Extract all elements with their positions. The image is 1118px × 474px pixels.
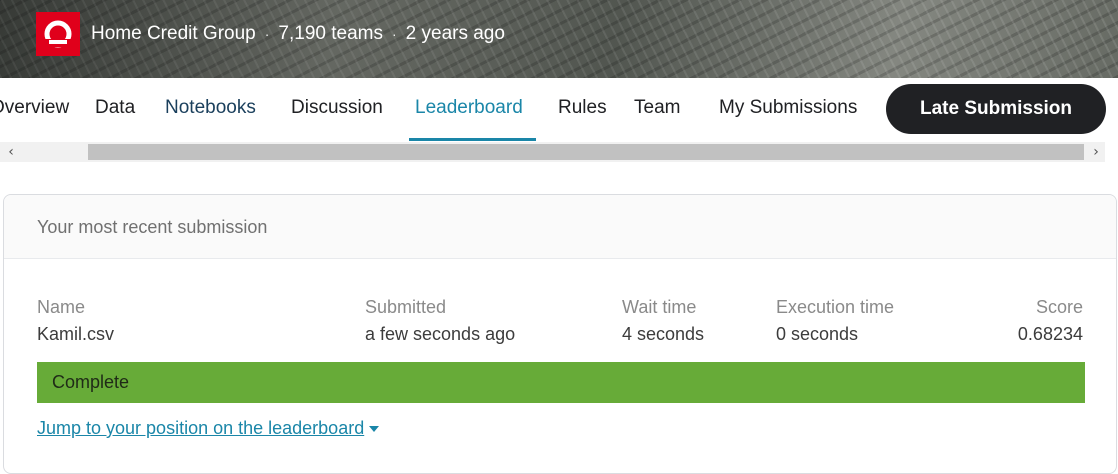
submitted-label: Submitted — [365, 297, 447, 317]
scrollbar-thumb[interactable] — [88, 144, 1084, 160]
wait-time-label: Wait time — [622, 297, 697, 317]
submission-file-name: Kamil.csv — [37, 324, 115, 344]
score-label: Score — [1035, 297, 1083, 317]
tab-discussion[interactable]: Discussion — [291, 97, 383, 119]
separator-dot: · — [391, 26, 397, 42]
execution-time-label: Execution time — [776, 297, 895, 317]
status-text: Complete — [52, 372, 130, 392]
competition-age: 2 years ago — [405, 23, 505, 44]
tab-data[interactable]: Data — [95, 97, 135, 119]
status-badge: Complete — [37, 362, 1085, 403]
tab-overview[interactable]: Overview — [0, 97, 69, 119]
tab-team[interactable]: Team — [634, 97, 680, 119]
name-label: Name — [37, 297, 86, 317]
wait-time-value: 4 seconds — [622, 324, 705, 344]
separator-dot: · — [264, 26, 270, 42]
caret-down-icon[interactable] — [368, 425, 380, 433]
home-credit-logo-icon[interactable] — [36, 12, 80, 56]
chevron-left-icon[interactable]: ‹ — [2, 142, 20, 162]
jump-link-label[interactable]: Jump to your position on the leaderboard — [37, 418, 364, 439]
card-title: Your most recent submission — [37, 217, 268, 237]
tabs-scrollbar[interactable]: ‹ › — [0, 142, 1105, 162]
team-count: 7,190 teams — [278, 23, 383, 44]
submitted-value: a few seconds ago — [365, 324, 516, 344]
competition-tabs: Overview Data Notebooks Discussion Leade… — [0, 78, 1118, 142]
tab-rules[interactable]: Rules — [558, 97, 607, 119]
tab-leaderboard[interactable]: Leaderboard — [415, 97, 523, 119]
banner-meta: Home Credit Group · 7,190 teams · 2 year… — [91, 21, 505, 47]
recent-submission-card: Your most recent submission Name Kamil.c… — [3, 194, 1117, 474]
tab-my-submissions[interactable]: My Submissions — [719, 97, 857, 119]
score-value: 0.68234 — [1017, 324, 1083, 344]
jump-to-leaderboard-link[interactable]: Jump to your position on the leaderboard — [37, 418, 380, 439]
chevron-right-icon[interactable]: › — [1087, 142, 1105, 162]
tab-notebooks[interactable]: Notebooks — [165, 97, 256, 119]
execution-time-value: 0 seconds — [776, 324, 859, 344]
late-submission-button[interactable]: Late Submission — [886, 84, 1106, 134]
competition-banner: Home Credit Group · 7,190 teams · 2 year… — [0, 0, 1118, 78]
active-tab-indicator — [409, 138, 536, 141]
host-name[interactable]: Home Credit Group — [91, 23, 256, 45]
